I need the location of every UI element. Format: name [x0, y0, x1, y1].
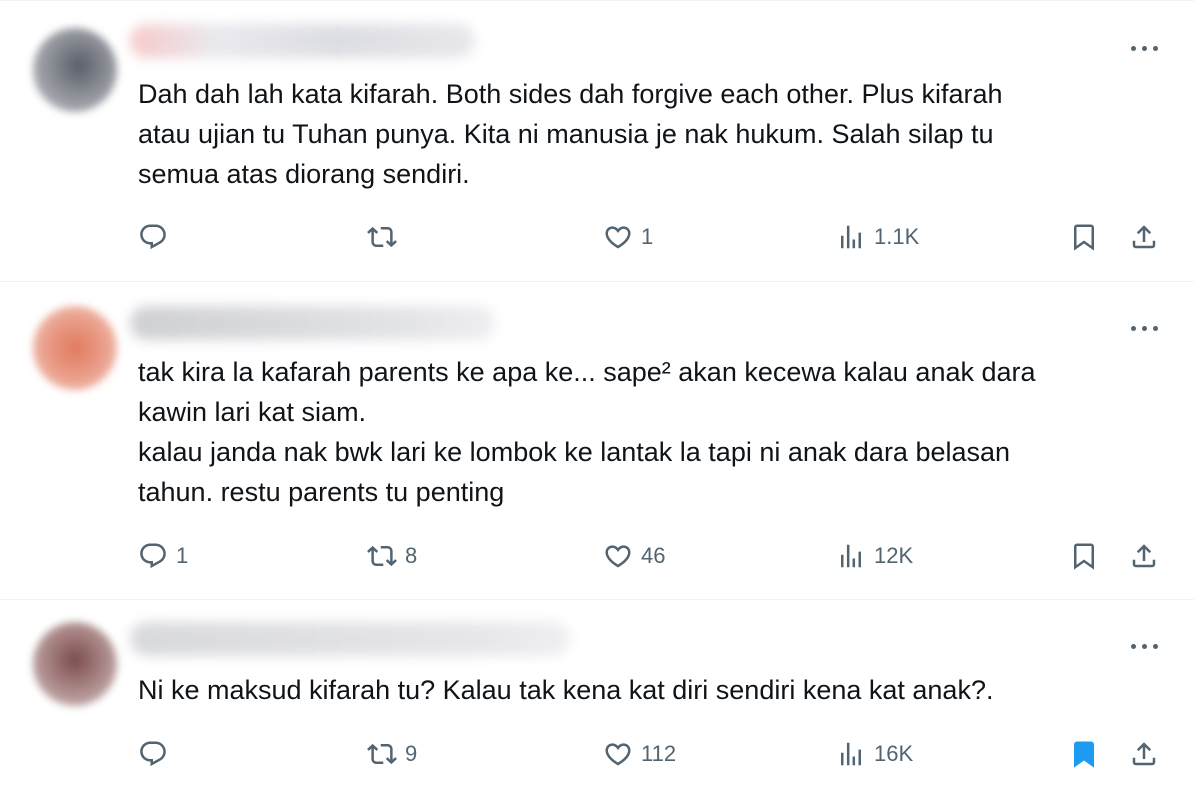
share-icon	[1132, 742, 1156, 766]
share-icon	[1132, 225, 1156, 249]
reply-icon	[140, 224, 166, 250]
retweet-icon	[367, 226, 397, 248]
reply-icon	[140, 741, 166, 767]
tweet[interactable]: Dah dah lah kata kifarah. Both sides dah…	[0, 0, 1194, 282]
views-count: 16K	[874, 741, 914, 766]
share-icon	[1132, 544, 1156, 568]
tweet[interactable]: Ni ke maksud kifarah tu? Kalau tak kena …	[0, 600, 1194, 802]
author-name-redacted	[130, 622, 570, 656]
like-button[interactable]: 112	[603, 734, 676, 774]
views-count: 1.1K	[874, 224, 920, 249]
reply-count: 1	[176, 543, 189, 568]
analytics-icon	[841, 544, 861, 568]
tweet-text: Ni ke maksud kifarah tu? Kalau tak kena …	[138, 675, 994, 705]
reply-button[interactable]: 1	[138, 536, 188, 576]
bookmark-icon	[1074, 224, 1094, 251]
avatar[interactable]	[33, 622, 117, 706]
more-icon[interactable]	[1128, 322, 1160, 334]
heart-icon	[605, 545, 631, 568]
like-count: 1	[641, 224, 654, 249]
reply-button[interactable]	[138, 734, 176, 774]
tweet-text: Dah dah lah kata kifarah. Both sides dah…	[138, 79, 1003, 189]
like-count: 46	[641, 543, 666, 568]
retweet-button[interactable]: 9	[367, 734, 417, 774]
heart-icon	[605, 743, 631, 766]
tweet[interactable]: tak kira la kafarah parents ke apa ke...…	[0, 282, 1194, 600]
analytics-icon	[841, 742, 861, 766]
retweet-button[interactable]: 8	[367, 536, 417, 576]
views-count: 12K	[874, 543, 914, 568]
views-button[interactable]: 1.1K	[836, 217, 919, 257]
bookmark-icon	[1074, 543, 1094, 570]
avatar[interactable]	[33, 306, 117, 390]
retweet-count: 9	[405, 741, 418, 766]
heart-icon	[605, 226, 631, 249]
retweet-icon	[367, 743, 397, 765]
views-button[interactable]: 12K	[836, 536, 913, 576]
views-button[interactable]: 16K	[836, 734, 913, 774]
more-icon[interactable]	[1128, 640, 1160, 652]
author-name-redacted	[130, 24, 475, 58]
bookmark-button-active[interactable]	[1069, 734, 1099, 774]
reply-icon	[140, 543, 166, 569]
bookmark-button[interactable]	[1069, 217, 1099, 257]
tweet-actions: 9 112 16K	[0, 734, 1194, 774]
retweet-icon	[367, 545, 397, 567]
like-count: 112	[641, 741, 677, 766]
tweet-actions: 1 8 46 12K	[0, 536, 1194, 576]
share-button[interactable]	[1129, 536, 1159, 576]
like-button[interactable]: 1	[603, 217, 653, 257]
retweet-button[interactable]	[367, 217, 405, 257]
tweet-actions: 1 1.1K	[0, 217, 1194, 257]
more-icon[interactable]	[1128, 42, 1160, 54]
retweet-count: 8	[405, 543, 418, 568]
like-button[interactable]: 46	[603, 536, 665, 576]
bookmark-button[interactable]	[1069, 536, 1099, 576]
reply-button[interactable]	[138, 217, 176, 257]
share-button[interactable]	[1129, 734, 1159, 774]
author-name-redacted	[130, 306, 495, 340]
tweet-text: tak kira la kafarah parents ke apa ke...…	[138, 357, 1036, 507]
analytics-icon	[841, 225, 861, 249]
avatar[interactable]	[33, 28, 117, 112]
bookmark-filled-icon	[1074, 741, 1094, 768]
share-button[interactable]	[1129, 217, 1159, 257]
